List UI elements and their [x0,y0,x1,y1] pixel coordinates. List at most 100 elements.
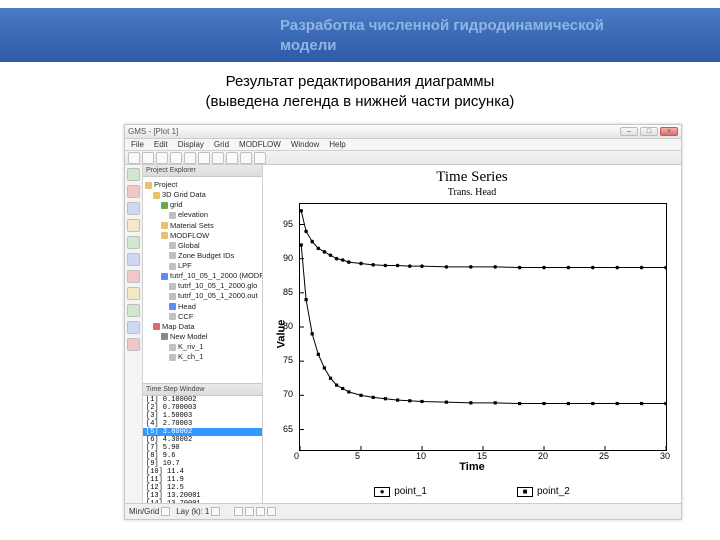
close-button[interactable]: × [660,127,678,136]
tool-icon[interactable] [127,304,140,317]
status-tool-icon[interactable] [267,507,276,516]
chart-xtick: 30 [660,451,670,461]
titlebar[interactable]: GMS - [Plot 1] – □ × [125,125,681,139]
toolbar-icon[interactable] [170,152,182,164]
maximize-button[interactable]: □ [640,127,658,136]
timestep-list[interactable]: [1] 0.100002[2] 0.700003[3] 1.50003[4] 2… [143,396,262,503]
toolbar-icon[interactable] [128,152,140,164]
toolbar-icon[interactable] [240,152,252,164]
tree-label: tutrf_10_05_1_2000 (MODFLOW) [170,271,262,280]
toolbar-icon[interactable] [156,152,168,164]
toolbar-icon[interactable] [184,152,196,164]
tree-node[interactable]: CCF [145,312,260,322]
chart-plot[interactable] [299,203,667,451]
tool-icon[interactable] [127,321,140,334]
tree-node[interactable]: tutrf_10_05_1_2000.glo [145,281,260,291]
tree-node[interactable]: New Model [145,332,260,342]
tree-node[interactable]: Zone Budget IDs [145,251,260,261]
chart-legend: ● point_1 ■ point_2 [263,486,681,497]
file-icon [169,283,176,290]
checkbox-icon[interactable] [161,507,170,516]
stepper-icon[interactable] [211,507,220,516]
timestep-row[interactable]: [12] 12.5 [143,484,262,492]
tree-label: K_riv_1 [178,342,203,351]
menu-help[interactable]: Help [329,140,345,149]
tree-label: Head [178,302,196,311]
folder-icon [145,182,152,189]
tool-icon[interactable] [127,168,140,181]
tool-icon[interactable] [127,287,140,300]
tree-node[interactable]: Global [145,241,260,251]
tool-icon[interactable] [127,338,140,351]
tree-node[interactable]: 3D Grid Data [145,190,260,200]
tree-node[interactable]: Head [145,302,260,312]
tree-node[interactable]: tutrf_10_05_1_2000.out [145,291,260,301]
timestep-row[interactable]: [13] 13.20001 [143,492,262,500]
timestep-row[interactable]: [4] 2.70003 [143,420,262,428]
file-icon [169,313,176,320]
chart-ytick: 90 [283,253,293,263]
toolbar-icon[interactable] [142,152,154,164]
timestep-row[interactable]: [3] 1.50003 [143,412,262,420]
timestep-row[interactable]: [10] 11.4 [143,468,262,476]
chart-area: Time Series Trans. Head Value Time ● poi… [263,165,681,503]
menu-display[interactable]: Display [178,140,204,149]
status-tool-icon[interactable] [245,507,254,516]
status-mingrid: Min/Grid [129,507,170,516]
status-tool-icon[interactable] [234,507,243,516]
menu-file[interactable]: File [131,140,144,149]
tool-icon[interactable] [127,219,140,232]
tree-node[interactable]: MODFLOW [145,231,260,241]
toolbar-icon[interactable] [212,152,224,164]
menu-edit[interactable]: Edit [154,140,168,149]
timestep-row[interactable]: [11] 11.9 [143,476,262,484]
menu-modflow[interactable]: MODFLOW [239,140,281,149]
legend-item-point2: ■ point_2 [517,486,570,497]
chart-ytick: 85 [283,287,293,297]
tree-node[interactable]: Project [145,180,260,190]
tree-node[interactable]: LPF [145,261,260,271]
tool-icon[interactable] [127,270,140,283]
timestep-row[interactable]: [1] 0.100002 [143,396,262,404]
toolbar-icon[interactable] [198,152,210,164]
tool-icon[interactable] [127,202,140,215]
tree-node[interactable]: grid [145,200,260,210]
map-icon [153,323,160,330]
timestep-row[interactable]: [6] 4.30002 [143,436,262,444]
tree-node[interactable]: Material Sets [145,221,260,231]
grid-icon [161,202,168,209]
file-icon [169,354,176,361]
tree-label: 3D Grid Data [162,190,206,199]
tree-label: Project [154,180,177,189]
toolbar-icon[interactable] [254,152,266,164]
tree-node[interactable]: K_riv_1 [145,342,260,352]
slide-title-line2: модели [280,37,336,54]
timestep-row[interactable]: [2] 0.700003 [143,404,262,412]
tree-node[interactable]: Map Data [145,322,260,332]
tree-node[interactable]: K_ch_1 [145,352,260,362]
chart-ytick: 95 [283,219,293,229]
timestep-row[interactable]: [8] 9.6 [143,452,262,460]
toolbar-icon[interactable] [226,152,238,164]
menu-grid[interactable]: Grid [214,140,229,149]
timestep-row[interactable]: [5] 3.80002 [143,428,262,436]
tree-node[interactable]: elevation [145,210,260,220]
chart-xtick: 5 [355,451,360,461]
chart-ytick: 75 [283,355,293,365]
new-icon [161,333,168,340]
circle-marker-icon: ● [374,487,390,497]
timestep-row[interactable]: [9] 10.7 [143,460,262,468]
timestep-panel: Time Step Window [1] 0.100002[2] 0.70000… [143,383,262,503]
chart-xtick: 0 [294,451,299,461]
project-tree[interactable]: Project3D Grid DatagridelevationMaterial… [143,177,262,383]
file-icon [169,344,176,351]
folder-icon [161,232,168,239]
timestep-row[interactable]: [7] 5.90 [143,444,262,452]
tool-icon[interactable] [127,253,140,266]
menu-window[interactable]: Window [291,140,319,149]
tool-icon[interactable] [127,236,140,249]
tree-node[interactable]: tutrf_10_05_1_2000 (MODFLOW) [145,271,260,281]
minimize-button[interactable]: – [620,127,638,136]
tool-icon[interactable] [127,185,140,198]
status-tool-icon[interactable] [256,507,265,516]
